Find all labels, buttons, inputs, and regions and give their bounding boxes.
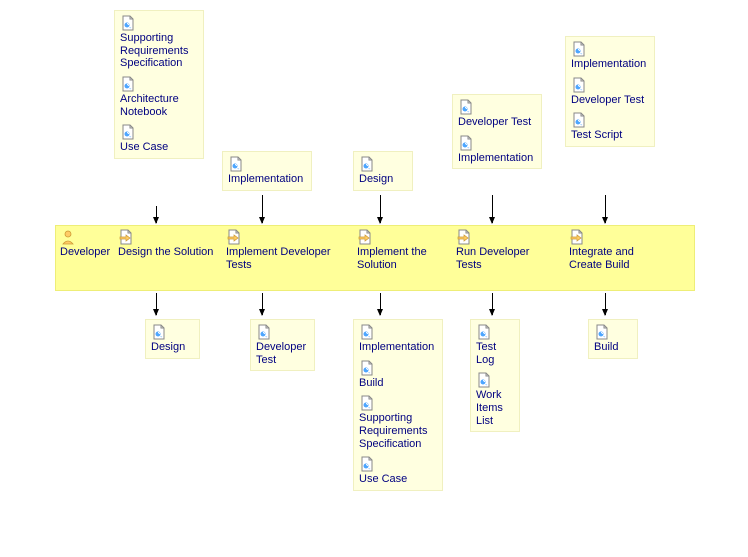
task-label: Implement Developer Tests: [226, 246, 336, 271]
artifact-icon: [594, 324, 610, 340]
task-label: Integrate and Create Build: [569, 246, 654, 271]
arrow-down-icon: [156, 206, 157, 223]
swimlane-task-cell: Design the Solution: [118, 229, 216, 259]
artifact-icon: [571, 112, 587, 128]
arrow-down-icon: [492, 195, 493, 223]
artifact-icon: [359, 360, 375, 376]
artifact-label: Test Log: [476, 341, 514, 366]
artifact-icon: [359, 156, 375, 172]
artifact-label: Implementation: [359, 341, 434, 354]
artifact-icon: [476, 324, 492, 340]
artifact-icon: [228, 156, 244, 172]
artifact-label: Build: [594, 341, 618, 354]
artifact-icon: [120, 124, 136, 140]
arrow-down-icon: [605, 195, 606, 223]
arrow-down-icon: [262, 293, 263, 315]
swimlane-task-cell: Implement the Solution: [357, 229, 442, 271]
artifact-label: Design: [151, 341, 185, 354]
artifact-icon: [359, 456, 375, 472]
role-icon: [60, 229, 76, 245]
input-box-col2: Implementation: [222, 151, 312, 191]
arrow-down-icon: [380, 293, 381, 315]
artifact-label: Supporting Requirements Specification: [120, 32, 198, 70]
role-label: Developer: [60, 246, 110, 259]
artifact-icon: [256, 324, 272, 340]
artifact-icon: [151, 324, 167, 340]
artifact-label: Work Items List: [476, 389, 514, 427]
artifact-label: Developer Test: [458, 116, 531, 129]
artifact-label: Architecture Notebook: [120, 93, 198, 118]
task-icon: [456, 229, 472, 245]
artifact-label: Developer Test: [256, 341, 309, 366]
artifact-icon: [120, 76, 136, 92]
input-box-col5: Implementation Developer Test Test Scrip…: [565, 36, 655, 147]
task-icon: [118, 229, 134, 245]
artifact-icon: [120, 15, 136, 31]
output-box-col5: Build: [588, 319, 638, 359]
arrow-down-icon: [605, 293, 606, 315]
arrow-down-icon: [492, 293, 493, 315]
arrow-down-icon: [380, 195, 381, 223]
output-box-col3: Implementation Build Supporting Requirem…: [353, 319, 443, 491]
artifact-label: Test Script: [571, 129, 622, 142]
input-box-col4: Developer Test Implementation: [452, 94, 542, 169]
artifact-label: Developer Test: [571, 94, 644, 107]
task-label: Implement the Solution: [357, 246, 442, 271]
input-box-col3: Design: [353, 151, 413, 191]
artifact-icon: [458, 135, 474, 151]
swimlane-task-cell: Run Developer Tests: [456, 229, 541, 271]
artifact-icon: [359, 395, 375, 411]
artifact-label: Use Case: [120, 141, 168, 154]
output-box-col4: Test Log Work Items List: [470, 319, 520, 432]
swimlane-task-cell: Implement Developer Tests: [226, 229, 336, 271]
swimlane-role-cell: Developer: [60, 229, 110, 259]
swimlane-task-cell: Integrate and Create Build: [569, 229, 654, 271]
output-box-col2: Developer Test: [250, 319, 315, 371]
artifact-icon: [571, 41, 587, 57]
task-icon: [226, 229, 242, 245]
diagram-canvas: Supporting Requirements Specification Ar…: [0, 0, 748, 557]
artifact-label: Supporting Requirements Specification: [359, 412, 437, 450]
arrow-down-icon: [262, 195, 263, 223]
artifact-icon: [359, 324, 375, 340]
artifact-label: Build: [359, 377, 383, 390]
artifact-label: Use Case: [359, 473, 407, 486]
output-box-col1: Design: [145, 319, 200, 359]
artifact-label: Implementation: [228, 173, 303, 186]
task-label: Run Developer Tests: [456, 246, 541, 271]
task-icon: [357, 229, 373, 245]
artifact-label: Design: [359, 173, 393, 186]
artifact-icon: [458, 99, 474, 115]
artifact-label: Implementation: [458, 152, 533, 165]
artifact-icon: [571, 77, 587, 93]
task-label: Design the Solution: [118, 246, 213, 259]
artifact-icon: [476, 372, 492, 388]
task-icon: [569, 229, 585, 245]
arrow-down-icon: [156, 293, 157, 315]
artifact-label: Implementation: [571, 58, 646, 71]
input-box-col1: Supporting Requirements Specification Ar…: [114, 10, 204, 159]
